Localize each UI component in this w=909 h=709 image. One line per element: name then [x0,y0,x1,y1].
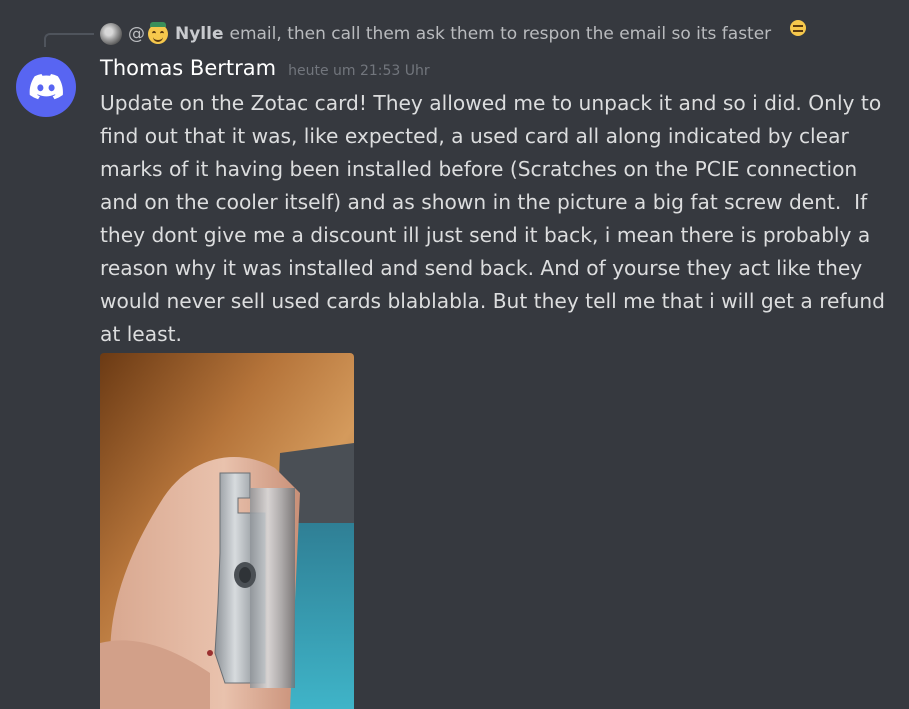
smiling-face-with-hat-emoji-icon [148,22,168,44]
image-attachment[interactable] [100,353,354,709]
message-header: Thomas Bertram heute um 21:53 Uhr [100,56,430,86]
discord-logo-icon[interactable] [16,57,76,117]
reply-spine [44,33,94,47]
message-content: Update on the Zotac card! They allowed m… [100,91,892,346]
message-timestamp[interactable]: heute um 21:53 Uhr [288,63,430,79]
replied-user-avatar[interactable] [100,23,122,45]
discord-logo-glyph [29,74,63,100]
replied-message-preview[interactable]: email, then call them ask them to respon… [230,24,772,44]
graphics-card-bracket-photo [100,353,354,709]
message-author-name[interactable]: Thomas Bertram [100,56,276,80]
grinning-face-emoji-icon [790,20,806,36]
reply-preview[interactable]: @ Nylle email, then call them ask them t… [100,20,771,48]
reply-mention-prefix: @ [128,24,145,44]
replied-username[interactable]: Nylle [175,24,224,44]
